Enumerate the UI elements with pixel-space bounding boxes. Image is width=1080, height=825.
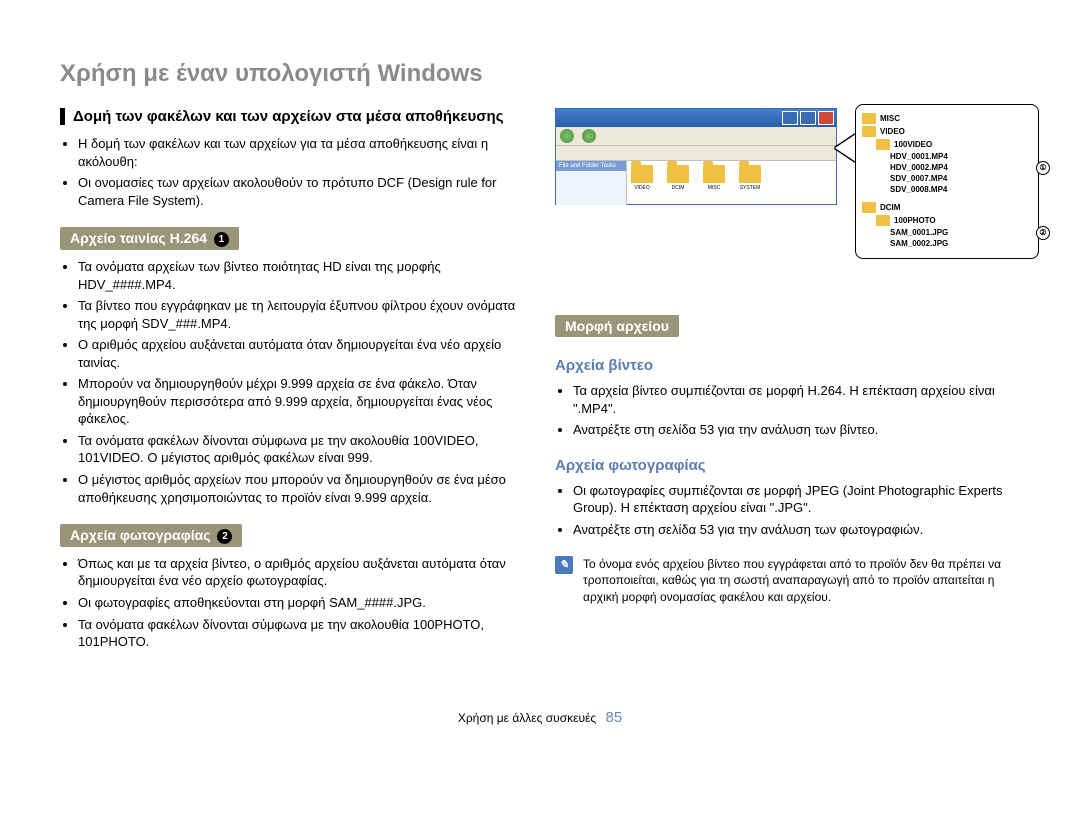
sub-heading-label: Αρχεία φωτογραφίας [70,527,211,543]
tree-node: 100VIDEO [862,139,1032,150]
page-number: 85 [606,709,623,726]
note-text: Το όνομα ενός αρχείου βίντεο που εγγράφε… [583,556,1020,605]
tree-node: HDV_0001.MP4 [862,152,1032,161]
tree-label: 100PHOTO [894,216,936,225]
tree-label: DCIM [880,203,900,212]
explorer-titlebar [556,109,836,127]
subsection-video: Αρχεία βίντεο [555,357,1020,374]
list-item: Ο αριθμός αρχείου αυξάνεται αυτόματα ότα… [78,336,525,371]
folder-label: DCIM [667,185,689,191]
close-button [818,111,834,125]
list-item: Οι φωτογραφίες αποθηκεύονται στη μορφή S… [78,594,525,612]
tree-node: SDV_0007.MP4 [862,174,1032,183]
list-item: Οι φωτογραφίες συμπιέζονται σε μορφή JPE… [573,482,1020,517]
folder-icon [862,126,876,137]
right-column: File and Folder Tasks VIDEO DCIM [555,108,1020,669]
side-panel-heading: File and Folder Tasks [556,161,626,171]
sub-heading-file-format: Μορφή αρχείου [555,315,679,337]
folder-label: VIDEO [631,185,653,191]
folder-icon [631,165,653,183]
list-item: Μπορούν να δημιουργηθούν μέχρι 9.999 αρχ… [78,375,525,428]
folder-tree-diagram: MISC VIDEO 100VIDEO HDV_0001.MP4 HDV_000… [855,104,1039,259]
address-bar [556,146,836,161]
tree-node: SAM_0001.JPG② [862,228,1032,237]
page-title: Χρήση με έναν υπολογιστή Windows [60,60,1020,88]
tree-node: VIDEO [862,126,1032,137]
sub2-list: Όπως και με τα αρχεία βίντεο, ο αριθμός … [60,555,525,651]
note-box: ✎ Το όνομα ενός αρχείου βίντεο που εγγρά… [555,556,1020,605]
page-footer: Χρήση με άλλες συσκευές 85 [60,709,1020,726]
subsection-photo: Αρχεία φωτογραφίας [555,457,1020,474]
folder-label: SYSTEM [739,185,761,191]
folder-icon [703,165,725,183]
tree-node: DCIM [862,202,1032,213]
tree-node: MISC [862,113,1032,124]
list-item: Η δομή των φακέλων και των αρχείων για τ… [78,135,525,170]
tree-label: 100VIDEO [894,140,932,149]
list-item: Τα ονόματα αρχείων των βίντεο ποιότητας … [78,258,525,293]
folder-item: DCIM [667,165,689,191]
tree-label: MISC [880,114,900,123]
tree-node: SDV_0008.MP4 [862,185,1032,194]
section1-list: Η δομή των φακέλων και των αρχείων για τ… [60,135,525,209]
list-item: Τα αρχεία βίντεο συμπιέζονται σε μορφή H… [573,382,1020,417]
folder-label: MISC [703,185,725,191]
folder-item: SYSTEM [739,165,761,191]
tree-label: SAM_0001.JPG [890,228,948,237]
explorer-content: VIDEO DCIM MISC [627,161,836,205]
list-item: Ανατρέξτε στη σελίδα 53 για την ανάλυση … [573,521,1020,539]
folder-icon [667,165,689,183]
tree-label: SAM_0002.JPG [890,239,948,248]
content-columns: Δομή των φακέλων και των αρχείων στα μέσ… [60,108,1020,669]
tree-label: VIDEO [880,127,905,136]
list-item: Ο μέγιστος αριθμός αρχείων που μπορούν ν… [78,471,525,506]
tree-label: HDV_0001.MP4 [890,152,948,161]
forward-icon [582,129,596,143]
photo-list: Οι φωτογραφίες συμπιέζονται σε μορφή JPE… [555,482,1020,539]
folder-icon [862,202,876,213]
callout-number-icon: 1 [214,232,229,247]
callout-number-icon: 2 [217,529,232,544]
sub-heading-label: Αρχείο ταινίας H.264 [70,230,207,246]
folder-item: VIDEO [631,165,653,191]
folder-icon [876,139,890,150]
list-item: Τα ονόματα φακέλων δίνονται σύμφωνα με τ… [78,616,525,651]
tree-node: 100PHOTO [862,215,1032,226]
explorer-sidebar: File and Folder Tasks [556,161,627,205]
list-item: Τα βίντεο που εγγράφηκαν με τη λειτουργί… [78,297,525,332]
callout-number: ② [1036,226,1050,240]
folder-icon [862,113,876,124]
left-column: Δομή των φακέλων και των αρχείων στα μέσ… [60,108,525,669]
explorer-body: File and Folder Tasks VIDEO DCIM [556,161,836,205]
document-page: Χρήση με έναν υπολογιστή Windows Δομή τω… [0,0,1080,756]
illustration-area: File and Folder Tasks VIDEO DCIM [555,108,1020,205]
note-icon: ✎ [555,556,573,574]
list-item: Όπως και με τα αρχεία βίντεο, ο αριθμός … [78,555,525,590]
list-item: Τα ονόματα φακέλων δίνονται σύμφωνα με τ… [78,432,525,467]
tree-label: SDV_0008.MP4 [890,185,947,194]
list-item: Ανατρέξτε στη σελίδα 53 για την ανάλυση … [573,421,1020,439]
folder-icon [876,215,890,226]
minimize-button [782,111,798,125]
video-list: Τα αρχεία βίντεο συμπιέζονται σε μορφή H… [555,382,1020,439]
footer-label: Χρήση με άλλες συσκευές [458,711,596,725]
sub-heading-video-file: Αρχείο ταινίας H.264 1 [60,227,239,250]
explorer-window: File and Folder Tasks VIDEO DCIM [555,108,837,205]
folder-item: MISC [703,165,725,191]
maximize-button [800,111,816,125]
tree-label: HDV_0002.MP4 [890,163,948,172]
sub-heading-photo-file: Αρχεία φωτογραφίας 2 [60,524,242,547]
folder-icon [739,165,761,183]
sub1-list: Τα ονόματα αρχείων των βίντεο ποιότητας … [60,258,525,506]
back-icon [560,129,574,143]
tree-node: HDV_0002.MP4① [862,163,1032,172]
explorer-toolbar [556,127,836,146]
section-heading: Δομή των φακέλων και των αρχείων στα μέσ… [60,108,525,125]
callout-number: ① [1036,161,1050,175]
tree-label: SDV_0007.MP4 [890,174,947,183]
tree-node: SAM_0002.JPG [862,239,1032,248]
list-item: Οι ονομασίες των αρχείων ακολουθούν το π… [78,174,525,209]
